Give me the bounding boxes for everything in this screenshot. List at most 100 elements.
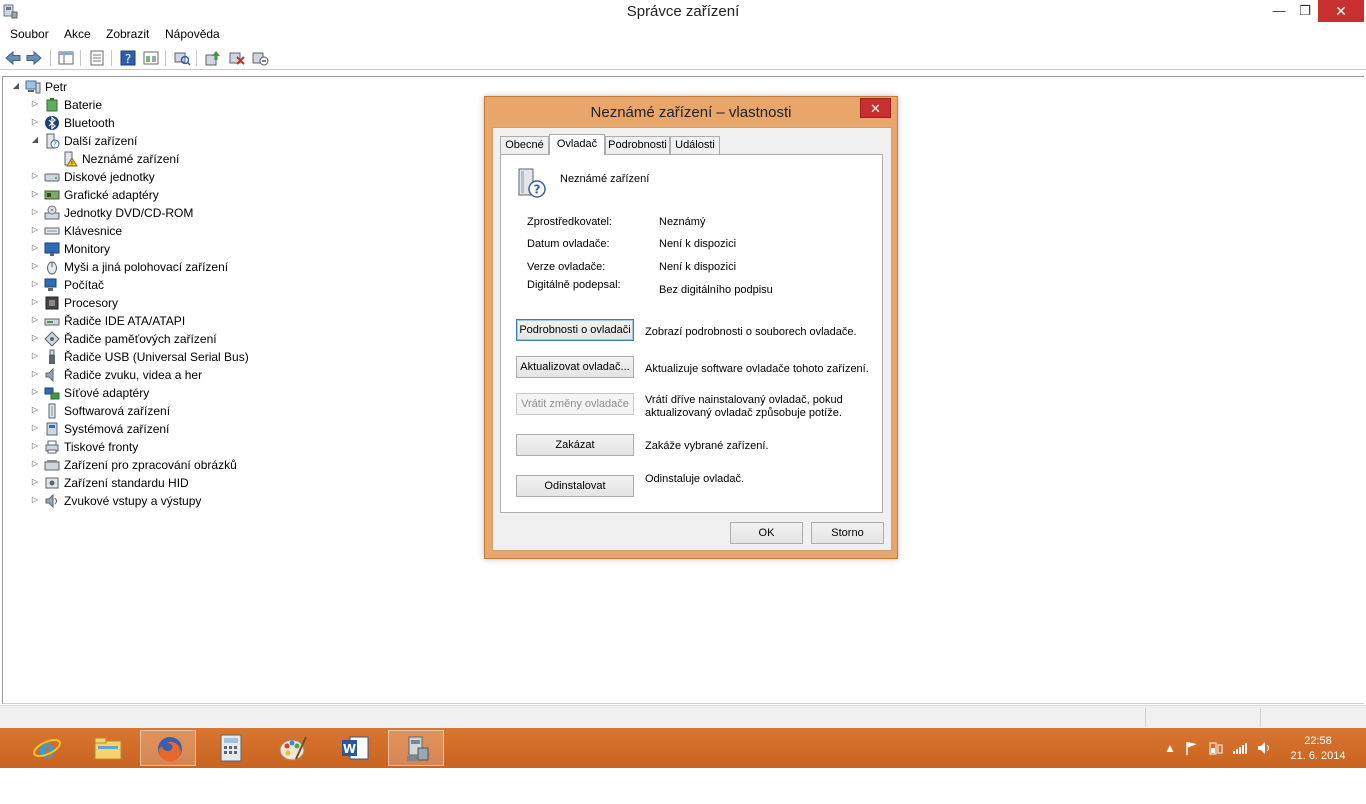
provider-value: Neznámý <box>659 216 706 228</box>
properties-icon[interactable] <box>88 49 106 67</box>
tree-root[interactable]: ◢ Petr <box>3 78 403 96</box>
expand-arrow-icon[interactable]: ▷ <box>30 387 40 397</box>
disable-device-button[interactable]: Zakázat <box>516 434 634 456</box>
tree-item-label: Monitory <box>64 242 111 256</box>
expand-arrow-icon[interactable]: ▷ <box>30 351 40 361</box>
expand-arrow-icon[interactable]: ▷ <box>30 495 40 505</box>
taskbar-device-manager[interactable] <box>388 730 444 766</box>
title-bar: Správce zařízení — ❐ ✕ <box>0 0 1366 24</box>
tree-child-item[interactable]: ! Neznámé zařízení <box>3 150 403 168</box>
paint-icon <box>279 736 307 761</box>
expand-arrow-icon[interactable]: ▷ <box>30 477 40 487</box>
tree-category[interactable]: ▷ Řadiče paměťových zařízení <box>3 330 403 348</box>
ok-button[interactable]: OK <box>730 522 803 544</box>
battery-tray-icon[interactable] <box>1208 740 1224 756</box>
tree-category[interactable]: ▷ Tiskové fronty <box>3 438 403 456</box>
tree-category[interactable]: ▷ Zařízení standardu HID <box>3 474 403 492</box>
close-button[interactable]: ✕ <box>1318 0 1364 22</box>
expand-arrow-icon[interactable]: ▷ <box>30 261 40 271</box>
maximize-button[interactable]: ❐ <box>1290 0 1320 22</box>
disable-device-icon[interactable] <box>251 49 269 67</box>
taskbar-file-explorer[interactable] <box>79 730 135 766</box>
uninstall-button[interactable]: Odinstalovat <box>516 475 634 497</box>
taskbar-internet-explorer[interactable]: e <box>18 730 74 766</box>
tree-category[interactable]: ▷ Myši a jiná polohovací zařízení <box>3 258 403 276</box>
tree-item-label: Procesory <box>64 296 119 310</box>
collapse-arrow-icon[interactable]: ◢ <box>30 135 40 145</box>
tree-category[interactable]: ▷ Diskové jednotky <box>3 168 403 186</box>
menu-zobrazit[interactable]: Zobrazit <box>106 27 149 41</box>
menu-akce[interactable]: Akce <box>64 27 91 41</box>
toolbar: ? <box>0 46 1366 70</box>
tree-category[interactable]: ▷ Baterie <box>3 96 403 114</box>
taskbar-firefox[interactable] <box>140 730 196 766</box>
volume-icon[interactable] <box>1256 740 1272 756</box>
scan-hardware-icon[interactable] <box>173 49 191 67</box>
taskbar-paint[interactable] <box>264 730 320 766</box>
expand-arrow-icon[interactable]: ▷ <box>30 207 40 217</box>
expand-arrow-icon[interactable]: ▷ <box>30 441 40 451</box>
tab-obecne[interactable]: Obecné <box>500 136 549 154</box>
tree-category[interactable]: ▷ Řadiče IDE ATA/ATAPI <box>3 312 403 330</box>
forward-arrow-icon[interactable] <box>25 49 43 67</box>
tree-item-label: Klávesnice <box>64 224 123 238</box>
tree-category[interactable]: ▷ Systémová zařízení <box>3 420 403 438</box>
tree-item-label: Baterie <box>64 98 103 112</box>
tree-category[interactable]: ◢? Další zařízení <box>3 132 403 150</box>
tree-category[interactable]: ▷ Grafické adaptéry <box>3 186 403 204</box>
tree-category[interactable]: ▷ Počítač <box>3 276 403 294</box>
status-bar <box>0 705 1366 728</box>
help-icon[interactable]: ? <box>119 49 137 67</box>
expand-arrow-icon[interactable]: ▷ <box>30 423 40 433</box>
expand-arrow-icon[interactable]: ▷ <box>30 171 40 181</box>
firefox-icon <box>158 737 182 762</box>
menu-soubor[interactable]: Soubor <box>10 27 49 41</box>
clock[interactable]: 22:58 21. 6. 2014 <box>1280 734 1356 764</box>
driver-details-desc: Zobrazí podrobnosti o souborech ovladače… <box>645 326 857 338</box>
show-hidden-icons-icon[interactable]: ▲ <box>1162 740 1178 756</box>
tab-udalosti[interactable]: Události <box>670 136 720 154</box>
expand-arrow-icon[interactable]: ▷ <box>30 297 40 307</box>
expand-arrow-icon[interactable]: ▷ <box>30 117 40 127</box>
cancel-button[interactable]: Storno <box>811 522 884 544</box>
svg-text:?: ? <box>534 183 541 197</box>
dialog-close-button[interactable]: ✕ <box>860 98 891 118</box>
driver-details-button[interactable]: Podrobnosti o ovladači <box>516 319 634 341</box>
view-icon[interactable] <box>142 49 160 67</box>
expand-arrow-icon[interactable]: ◢ <box>11 81 21 91</box>
expand-arrow-icon[interactable]: ▷ <box>30 189 40 199</box>
tree-category[interactable]: ▷ Softwarová zařízení <box>3 402 403 420</box>
tree-category[interactable]: ▷ Zvukové vstupy a výstupy <box>3 492 403 510</box>
tab-ovladac[interactable]: Ovladač <box>549 134 605 155</box>
update-driver-button[interactable]: Aktualizovat ovladač... <box>516 356 634 378</box>
update-driver-icon[interactable] <box>204 49 222 67</box>
tree-category[interactable]: ▷ Řadiče USB (Universal Serial Bus) <box>3 348 403 366</box>
back-arrow-icon[interactable] <box>4 49 22 67</box>
uninstall-device-icon[interactable] <box>228 49 246 67</box>
expand-arrow-icon[interactable]: ▷ <box>30 279 40 289</box>
tree-category[interactable]: ▷ Monitory <box>3 240 403 258</box>
taskbar-calculator[interactable] <box>202 730 258 766</box>
tree-category[interactable]: ▷ Procesory <box>3 294 403 312</box>
tree-category[interactable]: ▷ Klávesnice <box>3 222 403 240</box>
expand-arrow-icon[interactable]: ▷ <box>30 459 40 469</box>
tab-podrobnosti[interactable]: Podrobnosti <box>605 136 670 154</box>
network-signal-icon[interactable] <box>1232 740 1248 756</box>
tree-category[interactable]: ▷ Jednotky DVD/CD-ROM <box>3 204 403 222</box>
expand-arrow-icon[interactable]: ▷ <box>30 369 40 379</box>
taskbar-word[interactable]: W <box>326 730 382 766</box>
show-hide-console-tree-icon[interactable] <box>57 49 75 67</box>
action-center-flag-icon[interactable] <box>1184 740 1200 756</box>
tree-category[interactable]: ▷ Síťové adaptéry <box>3 384 403 402</box>
expand-arrow-icon[interactable]: ▷ <box>30 243 40 253</box>
expand-arrow-icon[interactable]: ▷ <box>30 405 40 415</box>
expand-arrow-icon[interactable]: ▷ <box>30 315 40 325</box>
tree-category[interactable]: ▷ Bluetooth <box>3 114 403 132</box>
provider-label: Zprostředkovatel: <box>527 216 612 228</box>
expand-arrow-icon[interactable]: ▷ <box>30 99 40 109</box>
tree-category[interactable]: ▷ Zařízení pro zpracování obrázků <box>3 456 403 474</box>
menu-napoveda[interactable]: Nápověda <box>165 27 220 41</box>
tree-category[interactable]: ▷ Řadiče zvuku, videa a her <box>3 366 403 384</box>
expand-arrow-icon[interactable]: ▷ <box>30 333 40 343</box>
expand-arrow-icon[interactable]: ▷ <box>30 225 40 235</box>
